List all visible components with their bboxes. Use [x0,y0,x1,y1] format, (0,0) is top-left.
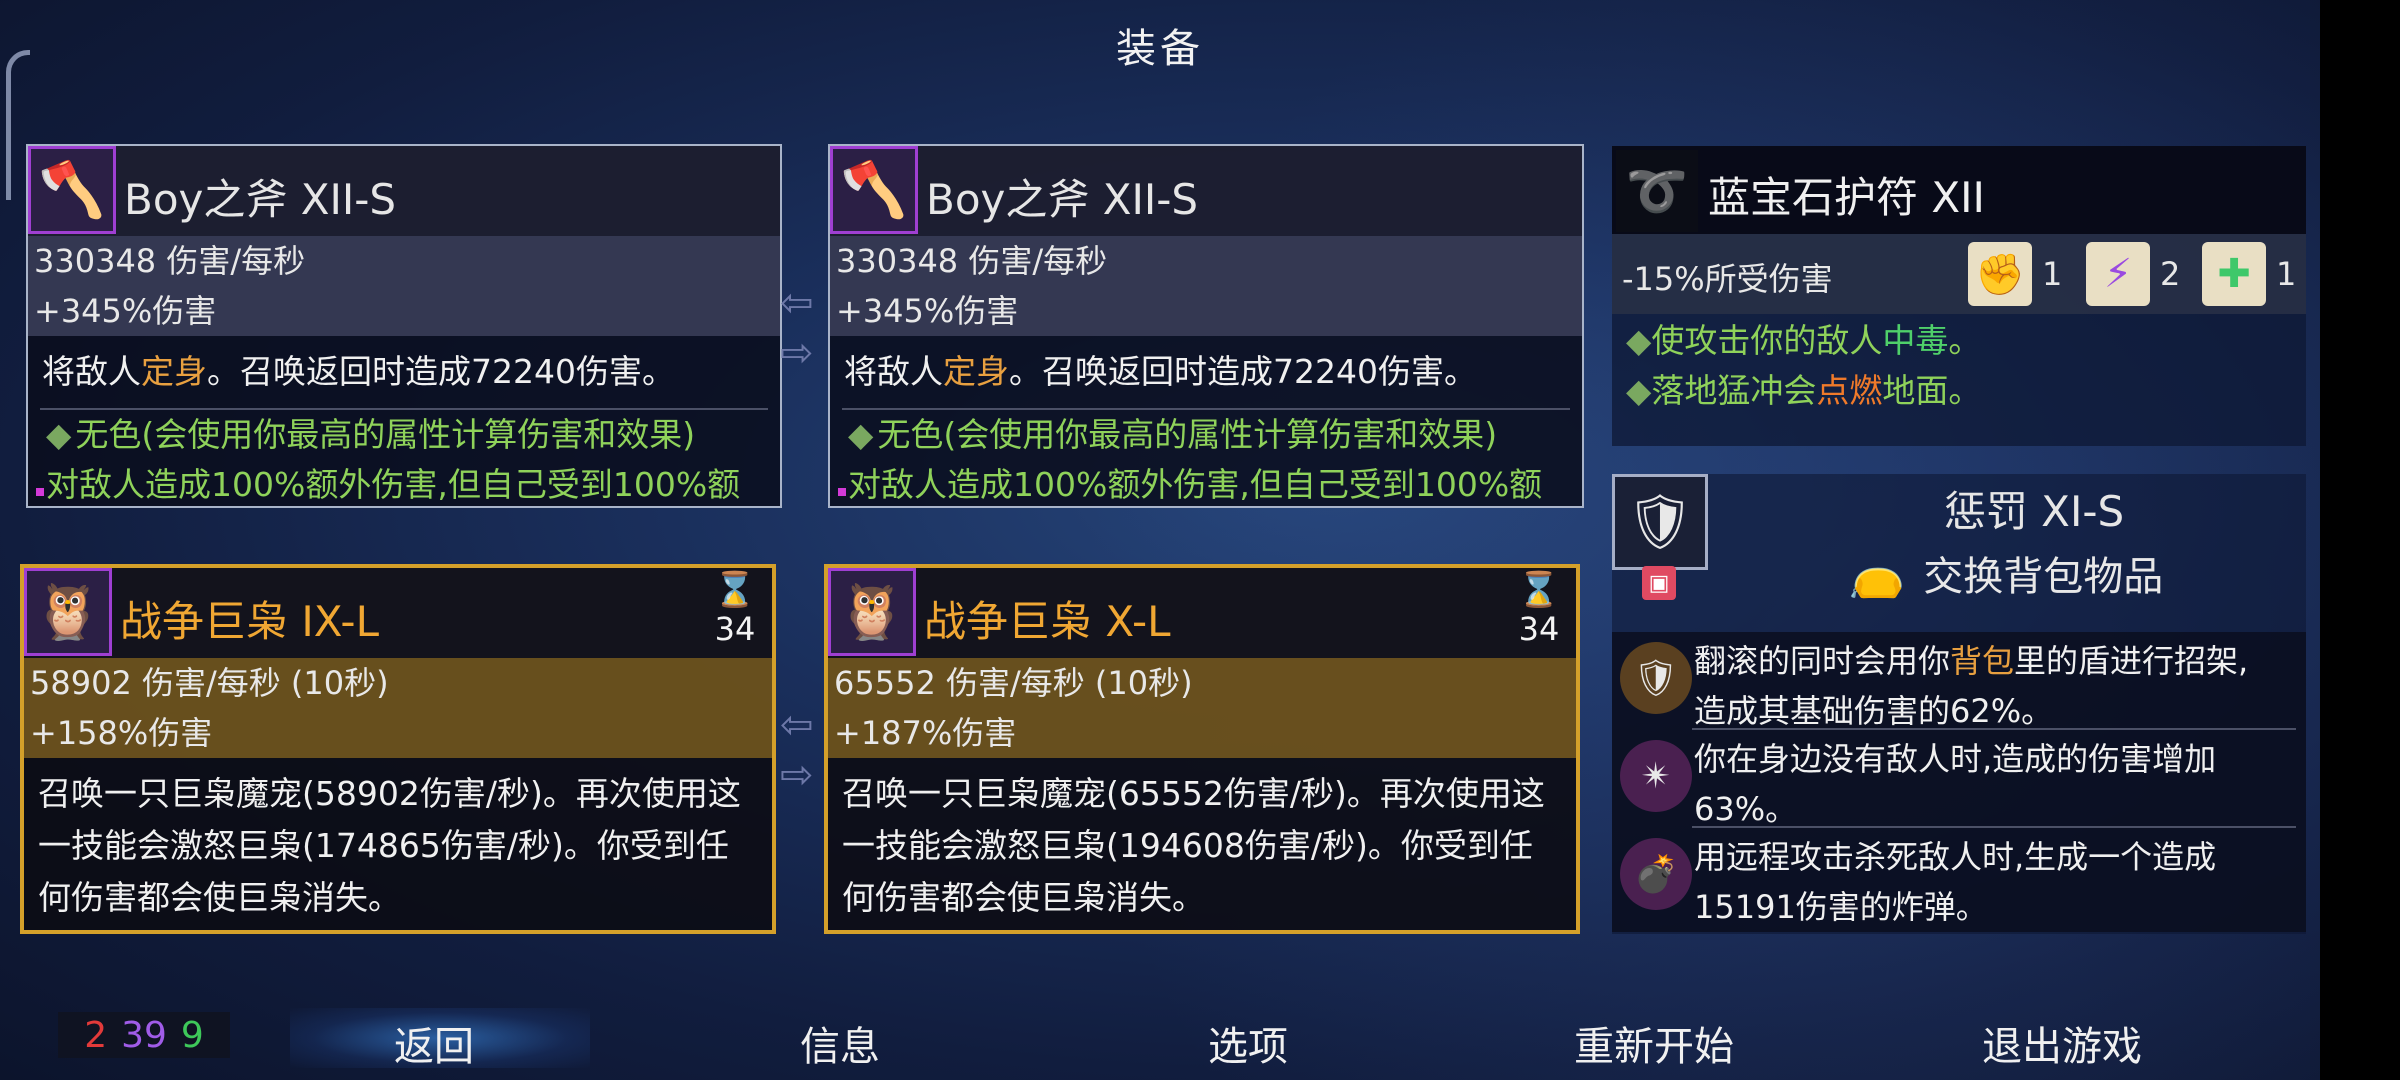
bomb-perk-icon: 💣 [1620,838,1692,910]
restart-button[interactable]: 重新开始 [1504,1014,1804,1072]
quit-game-button[interactable]: 退出游戏 [1912,1014,2212,1072]
green-cross-scroll-icon: ✚ [2202,242,2266,306]
skill-dps: 58902 伤害/每秒 (10秒) [24,658,772,708]
weapon-description: 将敌人定身。召唤返回时造成72240伤害。 [844,352,1477,391]
diamond-bullet-icon: ◆ [46,415,72,454]
weapon-perk: ◆ 无色(会使用你最高的属性计算伤害和效果) [848,415,1498,454]
weapon-card-backpack[interactable]: 🪓 Boy之斧 XII-S 330348 伤害/每秒 +345%伤害 将敌人定身… [828,144,1584,508]
root-keyword: 定身 [943,352,1009,391]
screen-edge [2320,0,2400,1080]
shield-panel[interactable]: 🛡 ▣ 惩罚 XI-S 👝 交换背包物品 🛡 翻滚的同时会用你背包里的盾进行招架… [1612,474,2306,934]
arrow-right-icon: ⇨ [780,330,814,376]
skill-card-backpack[interactable]: 🦉 战争巨枭 X-L ⌛ 34 65552 伤害/每秒 (10秒) +187%伤… [824,564,1580,934]
owl-icon: 🦉 [828,568,916,656]
weapon-perk: 对敌人造成100%额外伤害,但自己受到100%额 [28,460,780,506]
shield-perk: 💣 用远程攻击杀死敌人时,生成一个造成 15191伤害的炸弹。 [1612,828,2306,926]
cooldown-value: 34 [1518,610,1560,648]
cooldown-value: 34 [714,610,756,648]
arrow-left-icon: ⇦ [780,702,814,748]
skill-dps: 65552 伤害/每秒 (10秒) [828,658,1576,708]
amulet-header: ➰ 蓝宝石护符 XII [1612,146,2306,234]
weapon-dps: 330348 伤害/每秒 [830,236,1582,286]
pet-tag-icon: ▣ [1642,566,1676,600]
arrow-right-icon: ⇨ [780,752,814,798]
weapon-dps: 330348 伤害/每秒 [28,236,780,286]
root-keyword: 定身 [141,352,207,391]
curse-dot-icon [838,488,846,496]
axe-icon: 🪓 [28,146,116,234]
axe-icon: 🪓 [830,146,918,234]
amulet-perks: ◆使攻击你的敌人中毒。 ◆落地猛冲会点燃地面。 [1612,314,2306,416]
weapon-bonus: +345%伤害 [28,286,780,336]
owl-icon: 🦉 [24,568,112,656]
weapon-description: 将敌人定身。召唤返回时造成72240伤害。 [42,352,675,391]
amulet-name: 蓝宝石护符 XII [1708,173,1985,222]
scroll-count: ⚡ 2 [2086,242,2180,306]
back-button[interactable]: 返回 [284,1014,584,1072]
diamond-bullet-icon: ◆ [848,415,874,454]
amulet-perk: ◆使攻击你的敌人中毒。 [1626,321,1982,360]
skill-card-equipped[interactable]: 🦉 战争巨枭 IX-L ⌛ 34 58902 伤害/每秒 (10秒) +158%… [20,564,776,934]
shield-perks: 🛡 翻滚的同时会用你背包里的盾进行招架, 造成其基础伤害的62%。 ✴ 你在身边… [1612,632,2306,932]
shield-perk: 🛡 翻滚的同时会用你背包里的盾进行招架, 造成其基础伤害的62%。 [1612,632,2306,730]
weapon-name: Boy之斧 XII-S [926,175,1199,224]
amulet-perk: ◆落地猛冲会点燃地面。 [1626,371,1982,410]
skill-card-header: 🦉 战争巨枭 IX-L ⌛ 34 [24,568,772,658]
arrow-left-icon: ⇦ [780,280,814,326]
shield-name: 惩罚 XI-S [1943,487,2125,536]
skill-card-header: 🦉 战争巨枭 X-L ⌛ 34 [828,568,1576,658]
skill-description: 召唤一只巨枭魔宠(65552伤害/秒)。再次使用这 一技能会激怒巨枭(19460… [842,774,1545,917]
cooldown: ⌛ 34 [710,570,760,648]
page-title: 装备 [1116,26,1204,72]
scroll-stat-counters: 2 39 9 [58,1012,230,1058]
brutality-count: 2 [84,1014,108,1056]
red-fist-scroll-icon: ✊ [1968,242,2032,306]
curse-dot-icon [36,488,44,496]
amulet-stat: -15%所受伤害 [1622,260,1833,298]
skill-description: 召唤一只巨枭魔宠(58902伤害/秒)。再次使用这 一技能会激怒巨枭(17486… [38,774,741,917]
diamond-bullet-icon: ◆ [1626,371,1652,410]
diamond-bullet-icon: ◆ [1626,321,1652,360]
options-button[interactable]: 选项 [1098,1014,1398,1072]
survival-count: 9 [180,1014,204,1056]
amulet-icon: ➰ [1616,150,1698,232]
skill-bonus: +158%伤害 [24,708,772,758]
weapon-card-header: 🪓 Boy之斧 XII-S [28,146,780,236]
skill-name: 战争巨枭 IX-L [120,597,379,646]
weapon-perk: ◆ 无色(会使用你最高的属性计算伤害和效果) [46,415,696,454]
bottom-menu-bar: 2 39 9 返回 信息 选项 重新开始 退出游戏 [0,1000,2320,1080]
scroll-count: ✚ 1 [2202,242,2296,306]
weapon-card-equipped[interactable]: 🪓 Boy之斧 XII-S 330348 伤害/每秒 +345%伤害 将敌人定身… [26,144,782,508]
shield-perk: ✴ 你在身边没有敌人时,造成的伤害增加 63%。 [1612,730,2306,828]
weapon-name: Boy之斧 XII-S [124,175,397,224]
skill-name: 战争巨枭 X-L [924,597,1171,646]
amulet-panel[interactable]: ➰ 蓝宝石护符 XII -15%所受伤害 ✊ 1 ⚡ 2 ✚ 1 ◆使攻击你的敌… [1612,146,2306,446]
parry-perk-icon: 🛡 [1620,642,1692,714]
cooldown: ⌛ 34 [1514,570,1564,648]
scroll-count: ✊ 1 [1968,242,2062,306]
hourglass-icon: ⌛ [1517,570,1561,610]
hourglass-icon: ⌛ [713,570,757,610]
info-button[interactable]: 信息 [690,1014,990,1072]
tactics-count: 39 [121,1014,167,1056]
amulet-stat-row: -15%所受伤害 ✊ 1 ⚡ 2 ✚ 1 [1612,234,2306,314]
weapon-bonus: +345%伤害 [830,286,1582,336]
weapon-card-header: 🪓 Boy之斧 XII-S [830,146,1582,236]
solitude-perk-icon: ✴ [1620,740,1692,812]
purple-bolt-scroll-icon: ⚡ [2086,242,2150,306]
swap-backpack-button[interactable]: 👝 交换背包物品 [1848,544,2163,602]
weapon-perk: 对敌人造成100%额外伤害,但自己受到100%额 [830,460,1582,506]
skill-bonus: +187%伤害 [828,708,1576,758]
backpack-icon: 👝 [1848,545,1906,600]
